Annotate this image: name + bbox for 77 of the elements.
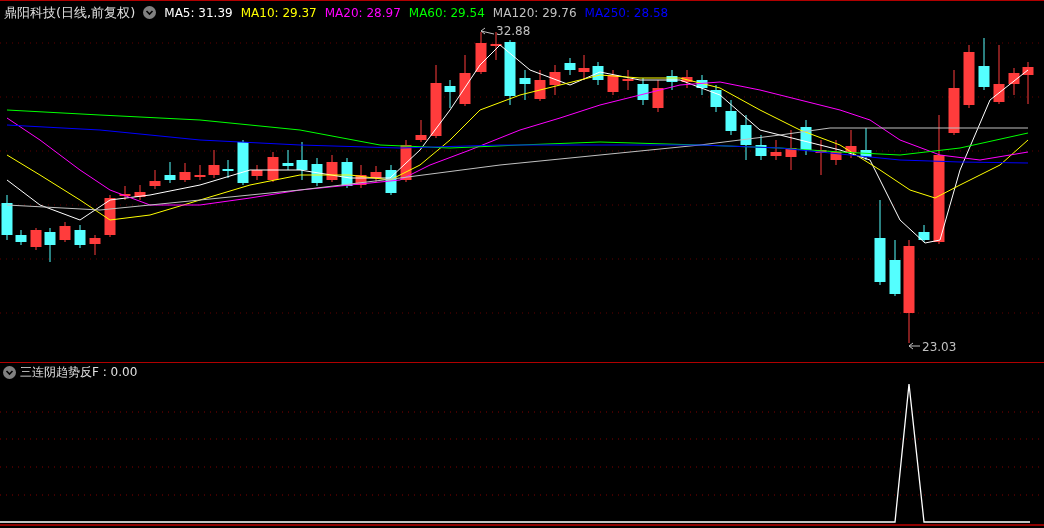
candlestick — [519, 69, 531, 101]
candlestick — [74, 224, 86, 249]
candlestick — [282, 149, 294, 171]
candlestick — [164, 161, 176, 184]
dropdown-chevron-icon[interactable] — [3, 365, 16, 379]
candlestick — [400, 139, 412, 183]
candlestick — [800, 119, 812, 156]
candlestick — [251, 164, 263, 181]
candlestick — [740, 114, 752, 161]
candlestick — [578, 54, 590, 81]
candlestick — [222, 159, 234, 179]
candlestick — [134, 184, 146, 201]
candlestick — [267, 151, 279, 183]
candlestick — [845, 129, 857, 159]
candlestick — [370, 165, 382, 183]
candlestick — [30, 227, 42, 251]
candlestick — [119, 185, 131, 201]
high-pointer-icon — [480, 27, 495, 35]
candlestick — [504, 39, 516, 106]
candlestick — [89, 234, 101, 256]
candlestick — [459, 54, 471, 107]
candlestick — [710, 84, 722, 113]
candlestick — [15, 229, 27, 246]
candlestick — [607, 69, 619, 96]
candlestick — [963, 44, 975, 109]
candlestick — [59, 221, 71, 243]
candlestick — [978, 37, 990, 91]
moving-average-label: MA5: 31.39 — [164, 5, 233, 20]
dropdown-chevron-icon[interactable] — [143, 6, 157, 19]
moving-average-label: MA250: 28.58 — [584, 5, 669, 20]
candlestick — [341, 157, 353, 189]
candlestick — [237, 139, 249, 186]
candlestick — [622, 69, 634, 91]
candlestick — [918, 224, 930, 243]
candlestick — [948, 69, 960, 136]
candlestick — [179, 162, 191, 183]
candlestick — [592, 61, 604, 86]
candlestick — [44, 227, 56, 263]
low-price-label: 23.03 — [922, 340, 957, 354]
moving-average-label: MA10: 29.37 — [240, 5, 317, 20]
candlestick — [549, 64, 561, 96]
candlestick — [1, 194, 13, 241]
candlestick — [696, 74, 708, 96]
indicator-label: 三连阴趋势反F : 0.00 — [20, 363, 138, 381]
candlestick — [444, 79, 456, 109]
candlestick — [104, 194, 116, 238]
moving-average-label: MA60: 29.54 — [408, 5, 485, 20]
candlestick — [194, 164, 206, 181]
candlestick — [385, 164, 397, 196]
candlestick — [666, 69, 678, 91]
candlestick — [830, 139, 842, 166]
high-price-label: 32.88 — [496, 24, 531, 38]
candlestick — [652, 79, 664, 113]
candlestick — [993, 44, 1005, 105]
candlestick — [415, 119, 427, 143]
candlestick — [725, 99, 737, 136]
candlestick — [355, 164, 367, 189]
candlestick — [1022, 61, 1034, 105]
candlestick — [785, 129, 797, 171]
candlestick — [564, 57, 576, 76]
candlestick — [889, 239, 901, 297]
candlestick — [311, 157, 323, 187]
candlestick — [208, 149, 220, 179]
candlestick — [149, 169, 161, 190]
candlestick — [770, 139, 782, 161]
candlestick — [755, 134, 767, 161]
low-pointer-icon — [908, 342, 921, 350]
candlestick — [860, 127, 872, 161]
stock-title: 鼎阳科技(日线,前复权) — [4, 3, 136, 22]
candlestick — [1008, 67, 1020, 96]
candlestick — [296, 141, 308, 181]
candlestick — [475, 31, 487, 75]
candlestick — [534, 69, 546, 102]
candlestick — [326, 154, 338, 183]
moving-average-label: MA20: 28.97 — [324, 5, 401, 20]
moving-average-label: MA120: 29.76 — [492, 5, 577, 20]
candlestick — [681, 69, 693, 89]
